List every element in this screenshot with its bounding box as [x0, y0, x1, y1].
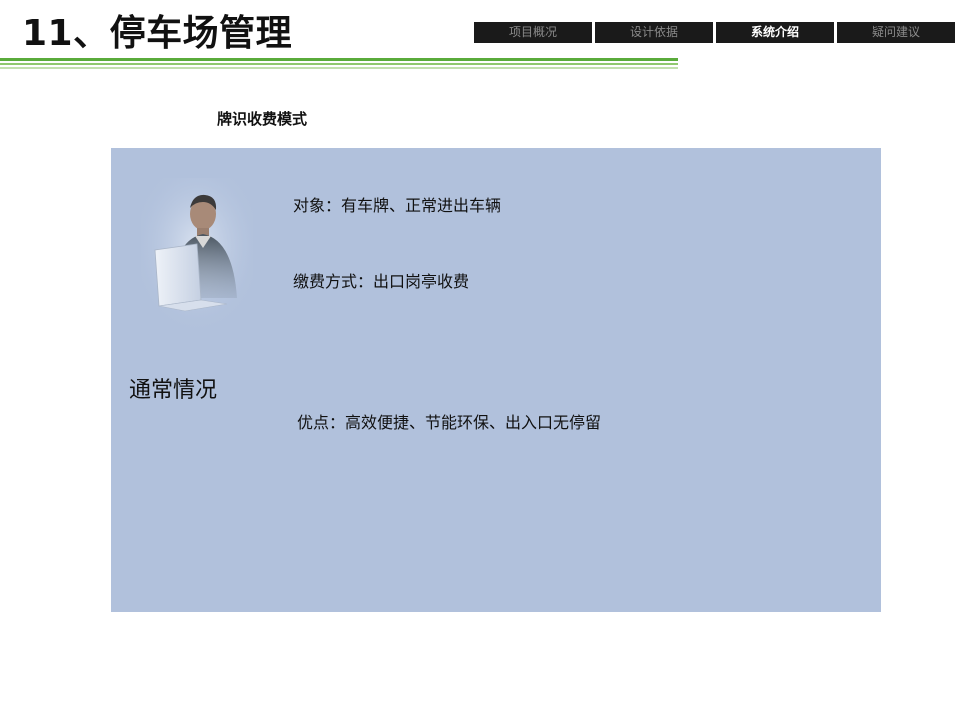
nav-tab-project-overview[interactable]: 项目概况	[474, 22, 592, 43]
section-nav: 项目概况 设计依据 系统介绍 疑问建议	[474, 22, 955, 43]
person-with-laptop-image	[141, 178, 253, 328]
underline-stripe	[0, 67, 678, 69]
nav-tab-system-intro[interactable]: 系统介绍	[716, 22, 834, 43]
title-underline	[0, 58, 678, 70]
advantage-text: 优点：高效便捷、节能环保、出入口无停留	[297, 413, 602, 432]
panel-heading: 通常情况	[129, 378, 218, 403]
underline-stripe	[0, 63, 678, 65]
nav-tab-questions[interactable]: 疑问建议	[837, 22, 955, 43]
content-panel: 对象：有车牌、正常进出车辆 缴费方式：出口岗亭收费 通常情况 优点：高效便捷、节…	[111, 148, 881, 612]
slide-title: 11、停车场管理	[22, 13, 293, 54]
payment-method-text: 缴费方式：出口岗亭收费	[293, 272, 470, 291]
object-text: 对象：有车牌、正常进出车辆	[293, 196, 502, 215]
underline-stripe	[0, 58, 678, 61]
nav-tab-design-basis[interactable]: 设计依据	[595, 22, 713, 43]
slide-subtitle: 牌识收费模式	[217, 110, 308, 128]
